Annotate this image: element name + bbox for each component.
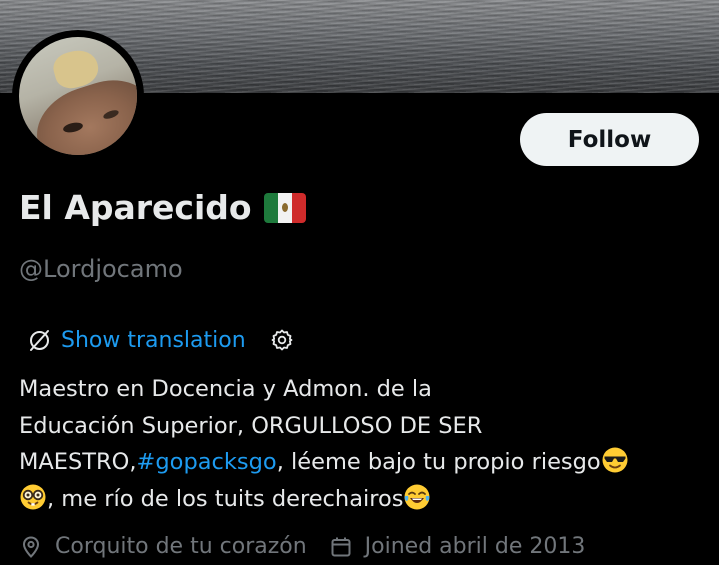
translate-icon (27, 328, 52, 353)
bio-text: , me río de los tuits derechairos (47, 485, 404, 512)
profile-meta-row: Corquito de tu corazón Joined abril de 2… (19, 534, 585, 559)
profile-joined-date: Joined abril de 2013 (364, 534, 586, 559)
calendar-icon (329, 535, 353, 559)
location-pin-icon (19, 535, 43, 559)
tears-of-joy-emoji (403, 483, 431, 511)
hashtag-link[interactable]: #gopacksgo (137, 449, 277, 475)
profile-bio: Maestro en Docencia y Admon. de la Educa… (19, 371, 709, 517)
display-name: El Aparecido (19, 188, 306, 227)
avatar[interactable] (19, 37, 137, 155)
gear-icon[interactable] (270, 328, 294, 352)
bio-line: Maestro en Docencia y Admon. de la (19, 376, 432, 402)
sunglasses-face-emoji (601, 446, 629, 474)
profile-location: Corquito de tu corazón (55, 534, 307, 559)
translation-row: Show translation (27, 324, 294, 356)
bio-text: , léeme bajo tu propio riesgo (276, 449, 601, 475)
bio-line: Educación Superior, ORGULLOSO DE SER (19, 412, 483, 439)
display-name-text: El Aparecido (19, 188, 252, 227)
bio-line: MAESTRO,#gopacksgo, léeme bajo tu propio… (19, 444, 709, 481)
bio-text: MAESTRO, (19, 449, 137, 475)
nerd-face-emoji (19, 483, 47, 511)
follow-button[interactable]: Follow (520, 113, 699, 166)
bio-line: , me río de los tuits derechairos (19, 481, 709, 518)
mexico-flag-icon (263, 192, 306, 223)
show-translation-link[interactable]: Show translation (61, 328, 246, 353)
user-handle: @Lordjocamo (19, 255, 183, 283)
